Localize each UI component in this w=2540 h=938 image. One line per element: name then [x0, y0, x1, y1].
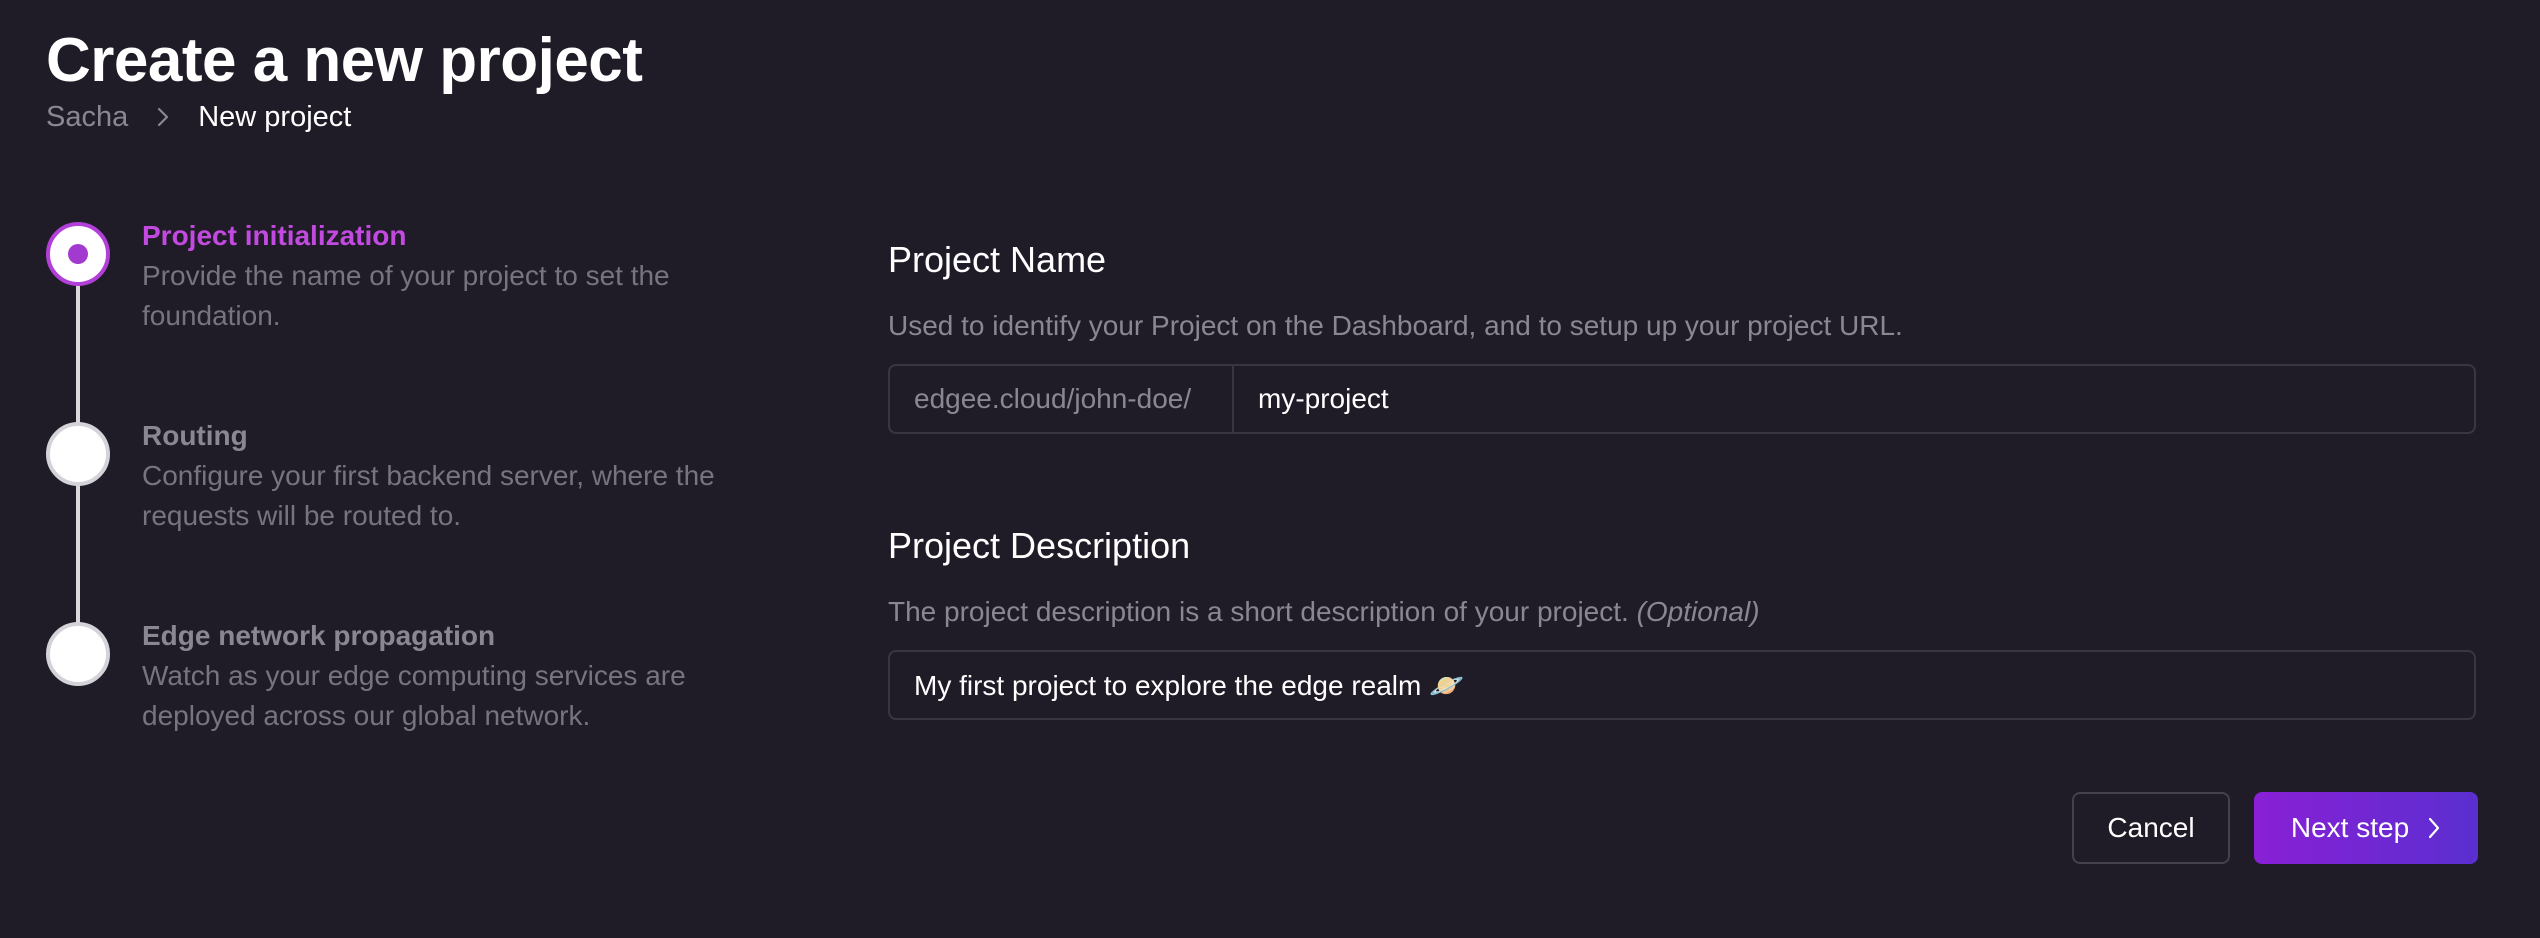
cancel-button[interactable]: Cancel [2072, 792, 2230, 864]
optional-label: (Optional) [1636, 596, 1760, 627]
stepper-connector [76, 276, 80, 424]
cancel-button-label: Cancel [2107, 812, 2195, 843]
project-description-input[interactable] [890, 652, 2474, 718]
create-project-page: Create a new project Sacha New project P… [0, 0, 2540, 938]
next-step-button[interactable]: Next step [2254, 792, 2478, 864]
step-description: deployed across our global network. [142, 700, 591, 731]
step-description: Watch as your edge computing services ar… [142, 660, 686, 691]
step-active-dot [68, 244, 88, 264]
next-step-button-label: Next step [2290, 812, 2410, 843]
step-active-indicator [46, 222, 110, 286]
project-name-help-text: Used to identify your Project on the Das… [888, 310, 1903, 341]
project-name-section: Project Name Used to identify your Proje… [888, 230, 2478, 434]
project-description-field [888, 650, 2476, 720]
step-text: Routing Configure your first backend ser… [142, 416, 782, 536]
progress-stepper: Project initialization Provide the name … [44, 216, 764, 756]
step-pending-indicator [46, 622, 110, 686]
chevron-right-icon [2427, 816, 2441, 840]
step-title: Routing [142, 420, 248, 451]
breadcrumb: Sacha New project [46, 98, 351, 136]
step-description: Configure your first backend server, whe… [142, 460, 715, 491]
project-name-heading: Project Name [888, 239, 1107, 280]
project-description-heading: Project Description [888, 525, 1191, 566]
stepper-connector [76, 478, 80, 624]
project-description-help-text: The project description is a short descr… [888, 592, 2478, 632]
breadcrumb-item-current: New project [198, 100, 352, 133]
chevron-right-icon [128, 106, 198, 128]
project-description-help: The project description is a short descr… [888, 596, 1629, 627]
project-description-section: Project Description The project descript… [888, 516, 2478, 720]
step-description: foundation. [142, 300, 281, 331]
step-pending-indicator [46, 422, 110, 486]
step-description: requests will be routed to. [142, 500, 462, 531]
form-actions: Cancel Next step [2072, 792, 2478, 864]
page-title: Create a new project [46, 26, 643, 95]
step-text: Project initialization Provide the name … [142, 216, 782, 336]
step-text: Edge network propagation Watch as your e… [142, 616, 782, 736]
step-title: Project initialization [142, 220, 407, 251]
project-name-input[interactable] [1234, 366, 2474, 432]
step-description: Provide the name of your project to set … [142, 260, 670, 291]
project-url-prefix: edgee.cloud/john-doe/ [890, 366, 1234, 432]
step-title: Edge network propagation [142, 620, 496, 651]
project-url-field: edgee.cloud/john-doe/ [888, 364, 2476, 434]
breadcrumb-item-root[interactable]: Sacha [46, 101, 128, 134]
project-form: Project Name Used to identify your Proje… [888, 230, 2478, 720]
